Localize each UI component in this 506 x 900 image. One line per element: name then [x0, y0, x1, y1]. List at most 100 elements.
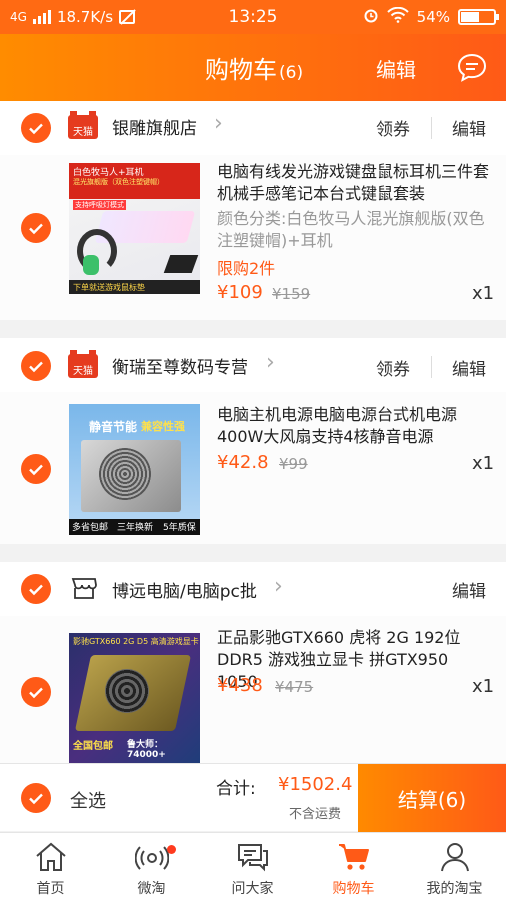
shopping-cart-icon — [339, 844, 369, 870]
store-header-3: 博远电脑/电脑pc批 › 编辑 — [0, 562, 506, 616]
status-bar: 4G 18.7K/s 13:25 54% — [0, 0, 506, 34]
product-thumbnail[interactable]: 静音节能 兼容性强 多省包邮 三年换新 5年质保 — [69, 404, 200, 535]
tab-label: 我的淘宝 — [426, 881, 483, 897]
thumb-text: 支持呼吸灯模式 — [73, 200, 126, 210]
chat-bubbles-icon — [238, 844, 268, 872]
store-checkbox[interactable] — [21, 113, 51, 143]
total-value: ¥1502.4 — [278, 774, 353, 795]
store-edit-button[interactable]: 编辑 — [452, 355, 486, 380]
thumb-text: 多省包邮 — [72, 523, 109, 533]
thumb-text: 鲁大师：74000+ — [127, 740, 166, 760]
header-edit-button[interactable]: 编辑 — [376, 54, 416, 83]
thumb-text: 静音节能 — [89, 420, 138, 434]
price-value: 109 — [228, 282, 263, 303]
store-checkbox[interactable] — [21, 574, 51, 604]
product-price: ¥42.8 — [217, 452, 269, 473]
select-all-checkbox[interactable] — [21, 783, 51, 813]
cart-header: 购物车 (6) 编辑 — [0, 34, 506, 101]
fan-image — [99, 448, 151, 500]
message-bubble-icon[interactable] — [456, 52, 488, 84]
currency-symbol: ¥ — [279, 455, 289, 473]
item-checkbox[interactable] — [21, 454, 51, 484]
page-title: 购物车 (6) — [205, 50, 303, 85]
coupon-button[interactable]: 领券 — [376, 115, 410, 140]
thumb-text: 兼容性强 — [141, 420, 185, 433]
original-price: ¥99 — [279, 455, 308, 473]
original-price: ¥475 — [275, 678, 313, 696]
status-right: 54% — [363, 0, 499, 34]
original-price-value: 159 — [281, 285, 311, 303]
bottom-tab-bar: 首页 微淘 问大家 购物车 我的淘宝 — [0, 832, 506, 900]
battery-percent: 54% — [416, 8, 450, 26]
tmall-badge: 天猫 — [68, 350, 98, 378]
tab-my-taobao[interactable]: 我的淘宝 — [404, 833, 505, 900]
store-name[interactable]: 银雕旗舰店 — [112, 114, 197, 139]
thumb-text: 三年换新 — [117, 523, 154, 533]
item-checkbox[interactable] — [21, 677, 51, 707]
store-edit-button[interactable]: 编辑 — [452, 115, 486, 140]
tab-home[interactable]: 首页 — [0, 833, 101, 900]
product-title[interactable]: 电脑主机电源电脑电源台式机电源400W大风扇支持4核静音电源 — [217, 404, 492, 448]
home-icon — [36, 842, 66, 871]
thumb-text: 5年质保 — [163, 523, 196, 533]
checkout-bar: 全选 合计: ¥1502.4 不含运费 结算(6) — [0, 763, 506, 832]
tmall-badge-label: 天猫 — [73, 127, 93, 138]
quantity: x1 — [472, 453, 495, 474]
thumb-text: 混光旗舰版（双色注塑键帽） — [73, 178, 164, 186]
price-value: 438 — [228, 675, 263, 696]
store-header-1: 天猫 银雕旗舰店 › 领券 编辑 — [0, 101, 506, 155]
tab-label: 问大家 — [231, 881, 274, 897]
tab-weitao[interactable]: 微淘 — [101, 833, 202, 900]
weitao-icon — [135, 846, 169, 870]
mousepad-image — [163, 255, 199, 273]
product-spec[interactable]: 颜色分类:白色牧马人混光旗舰版(双色注塑键帽)+耳机 — [217, 208, 492, 252]
notification-dot — [167, 845, 176, 854]
chevron-right-icon[interactable]: › — [266, 350, 275, 375]
product-thumbnail[interactable]: 影驰GTX660 2G D5 高清游戏显卡 全国包邮 鲁大师：74000+ — [69, 633, 200, 763]
original-price-value: 99 — [288, 455, 308, 473]
chevron-right-icon[interactable]: › — [214, 111, 223, 136]
tmall-badge: 天猫 — [68, 111, 98, 139]
product-price: ¥109 — [217, 282, 263, 303]
cart-item[interactable]: 静音节能 兼容性强 多省包邮 三年换新 5年质保 电脑主机电源电脑电源台式机电源… — [0, 392, 506, 544]
tab-label: 购物车 — [332, 881, 375, 897]
thumb-text: 下单就送游戏鼠标垫 — [73, 283, 145, 292]
original-price-value: 475 — [284, 678, 314, 696]
page-title-text: 购物车 — [205, 56, 277, 84]
currency-symbol: ¥ — [217, 675, 229, 696]
tmall-badge-label: 天猫 — [73, 366, 93, 377]
tab-label: 首页 — [36, 881, 65, 897]
alarm-icon — [363, 7, 379, 27]
thumb-text: 全国包邮 — [73, 741, 113, 752]
store-header-2: 天猫 衡瑞至尊数码专营 › 领券 编辑 — [0, 338, 506, 392]
currency-symbol: ¥ — [272, 285, 282, 303]
cart-item[interactable]: 影驰GTX660 2G D5 高清游戏显卡 全国包邮 鲁大师：74000+ 正品… — [0, 616, 506, 763]
battery-level — [461, 12, 480, 22]
item-checkbox[interactable] — [21, 213, 51, 243]
checkout-button[interactable]: 结算(6) — [358, 764, 506, 832]
currency-symbol: ¥ — [217, 452, 229, 473]
tab-ask[interactable]: 问大家 — [202, 833, 303, 900]
cart-count: (6) — [279, 63, 304, 83]
store-name[interactable]: 博远电脑/电脑pc批 — [112, 577, 257, 602]
divider — [431, 356, 432, 378]
total-label: 合计: — [216, 779, 256, 799]
store-name[interactable]: 衡瑞至尊数码专营 — [112, 353, 248, 378]
price-value: 42.8 — [228, 452, 269, 473]
cart-item[interactable]: 白色牧马人+耳机 混光旗舰版（双色注塑键帽） 支持呼吸灯模式 下单就送游戏鼠标垫… — [0, 155, 506, 320]
chevron-right-icon[interactable]: › — [274, 574, 283, 599]
currency-symbol: ¥ — [275, 678, 285, 696]
tab-cart[interactable]: 购物车 — [303, 833, 404, 900]
quantity: x1 — [472, 676, 495, 697]
select-all-label[interactable]: 全选 — [70, 787, 106, 813]
product-title[interactable]: 电脑有线发光游戏键盘鼠标耳机三件套机械手感笔记本台式键鼠套装 — [217, 161, 492, 205]
product-price: ¥438 — [217, 675, 263, 696]
currency-symbol: ¥ — [217, 282, 229, 303]
store-checkbox[interactable] — [21, 351, 51, 381]
divider — [431, 117, 432, 139]
quantity: x1 — [472, 283, 495, 304]
thumb-text: 影驰GTX660 2G D5 高清游戏显卡 — [73, 637, 199, 646]
product-thumbnail[interactable]: 白色牧马人+耳机 混光旗舰版（双色注塑键帽） 支持呼吸灯模式 下单就送游戏鼠标垫 — [69, 163, 200, 294]
store-edit-button[interactable]: 编辑 — [452, 577, 486, 602]
coupon-button[interactable]: 领券 — [376, 355, 410, 380]
